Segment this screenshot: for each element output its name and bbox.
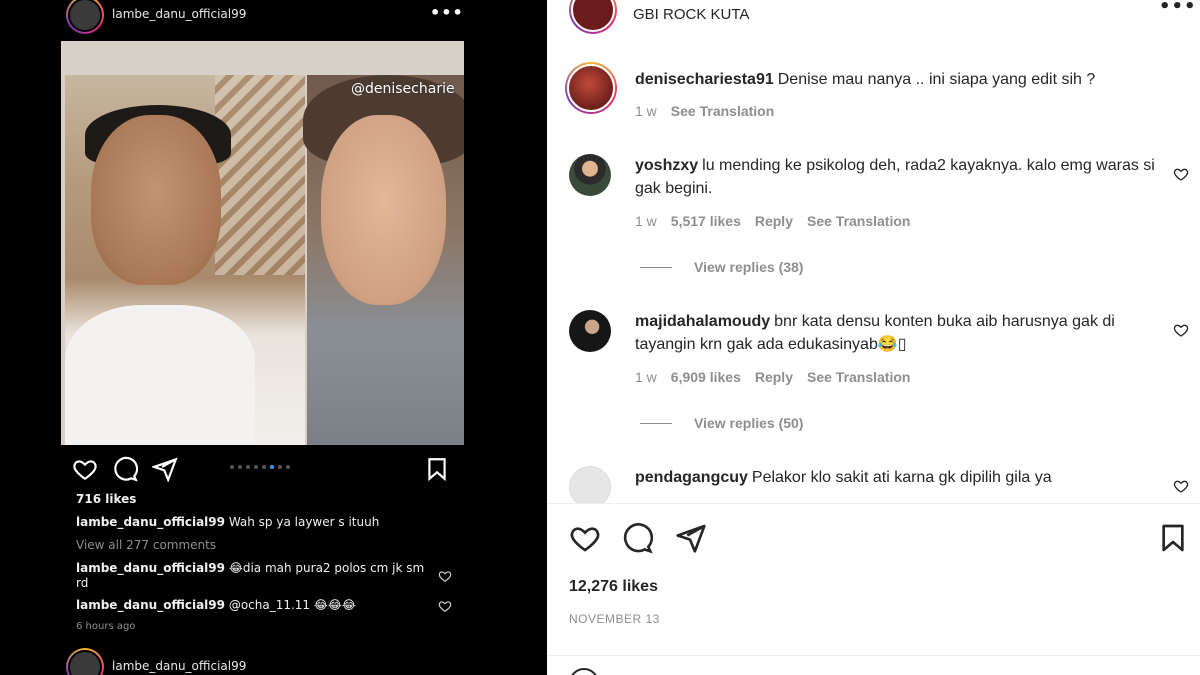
view-replies-label: View replies (38) <box>694 259 804 275</box>
embedded-username: lambe_danu_official99 <box>112 7 247 21</box>
comment-meta: 1 w See Translation <box>635 103 788 119</box>
comment-meta: 1 w 5,517 likes Reply See Translation <box>635 213 924 229</box>
embedded-caption-user: lambe_danu_official99 <box>76 515 225 529</box>
comment-time: 1 w <box>635 369 657 385</box>
comment-item: pendagangcuy Pelakor klo sakit ati karna … <box>569 466 1189 503</box>
like-comment-heart-icon[interactable] <box>1173 322 1189 338</box>
comment-text: lu mending ke psikolog deh, rada2 kayakn… <box>635 157 1155 197</box>
comment-text: Denise mau nanya .. ini siapa yang edit … <box>777 71 1096 88</box>
divider <box>547 655 1200 656</box>
view-replies-button[interactable]: View replies (50) <box>640 415 803 431</box>
video-call-left-person <box>65 75 305 445</box>
share-icon[interactable] <box>675 522 707 554</box>
video-call-right-person <box>303 75 464 445</box>
comment-likes[interactable]: 5,517 likes <box>671 213 741 229</box>
reply-button[interactable]: Reply <box>755 369 793 385</box>
avatar[interactable] <box>569 466 611 503</box>
post-date: NOVEMBER 13 <box>569 612 660 626</box>
carousel-dots <box>230 465 290 469</box>
comment-username[interactable]: majidahalamoudy <box>635 313 770 330</box>
embedded-comment: lambe_danu_official99 😂dia mah pura2 pol… <box>76 561 426 591</box>
embedded-likes-count: 716 likes <box>76 492 137 506</box>
post-location-link[interactable]: GBI ROCK KUTA <box>633 6 749 23</box>
post-author-avatar[interactable] <box>569 0 617 34</box>
see-translation-button[interactable]: See Translation <box>807 213 910 229</box>
like-comment-heart-icon[interactable] <box>1173 166 1189 182</box>
comment-username[interactable]: denisechariesta91 <box>635 71 774 88</box>
avatar[interactable] <box>565 62 617 114</box>
comments-panel: GBI ROCK KUTA ••• denisechariesta91 Denis… <box>547 0 1200 675</box>
comment-icon[interactable] <box>621 522 653 554</box>
like-comment-heart-icon[interactable] <box>1173 478 1189 494</box>
avatar[interactable] <box>569 310 611 352</box>
see-translation-button[interactable]: See Translation <box>807 369 910 385</box>
comment-time: 1 w <box>635 213 657 229</box>
emoji-icon[interactable] <box>569 668 599 675</box>
embedded-avatar <box>66 0 104 34</box>
embedded-comment-user: lambe_danu_official99 <box>76 561 225 575</box>
post-likes-count[interactable]: 12,276 likes <box>569 578 658 596</box>
view-replies-label: View replies (50) <box>694 415 804 431</box>
embedded-comment: lambe_danu_official99 @ocha_11.11 😂😂😂 <box>76 598 426 612</box>
embedded-next-post-header: lambe_danu_official99 <box>66 648 366 675</box>
comment-body: majidahalamoudy bnr kata densu konten buk… <box>635 310 1155 356</box>
comment-time: 1 w <box>635 103 657 119</box>
divider <box>547 503 1200 504</box>
avatar[interactable] <box>569 154 611 196</box>
heart-icon <box>73 460 97 481</box>
bookmark-icon[interactable] <box>1157 522 1189 554</box>
embedded-caption-text: Wah sp ya laywer s ituuh <box>228 515 380 529</box>
comment-body: pendagangcuy Pelakor klo sakit ati karna … <box>635 466 1155 489</box>
embedded-post-header: lambe_danu_official99 ••• <box>66 0 463 34</box>
comment-meta: 1 w 6,909 likes Reply See Translation <box>635 369 924 385</box>
embedded-comment-user: lambe_danu_official99 <box>76 598 225 612</box>
image-watermark: @denisecharie <box>351 81 455 97</box>
see-translation-button[interactable]: See Translation <box>671 103 774 119</box>
embedded-action-bar <box>72 456 452 482</box>
heart-icon <box>438 571 452 582</box>
comment-likes[interactable]: 6,909 likes <box>671 369 741 385</box>
view-replies-button[interactable]: View replies (38) <box>640 259 803 275</box>
reply-button[interactable]: Reply <box>755 213 793 229</box>
embedded-username: lambe_danu_official99 <box>112 659 247 673</box>
embedded-post-time: 6 hours ago <box>76 621 136 632</box>
comment-username[interactable]: pendagangcuy <box>635 469 748 486</box>
embedded-more-icon: ••• <box>430 3 464 22</box>
heart-icon <box>438 601 452 612</box>
more-options-icon[interactable]: ••• <box>1159 0 1197 17</box>
share-icon <box>152 457 178 482</box>
comment-body: denisechariesta91 Denise mau nanya .. ini… <box>635 68 1155 91</box>
embedded-comment-text: @ocha_11.11 😂😂😂 <box>228 598 356 612</box>
embedded-view-all-comments: View all 277 comments <box>76 538 217 552</box>
embedded-avatar <box>66 648 104 675</box>
embedded-post-screenshot: lambe_danu_official99 ••• @denisecharie … <box>0 0 547 675</box>
embedded-caption: lambe_danu_official99 Wah sp ya laywer s… <box>76 515 436 529</box>
comment-text: Pelakor klo sakit ati karna gk dipilih g… <box>751 469 1052 486</box>
embedded-post-image: @denisecharie <box>61 41 464 445</box>
bookmark-icon <box>428 458 446 482</box>
comment-body: yoshzxy lu mending ke psikolog deh, rada2… <box>635 154 1155 200</box>
like-heart-icon[interactable] <box>569 522 601 554</box>
comment-icon <box>114 456 138 482</box>
comment-username[interactable]: yoshzxy <box>635 157 698 174</box>
